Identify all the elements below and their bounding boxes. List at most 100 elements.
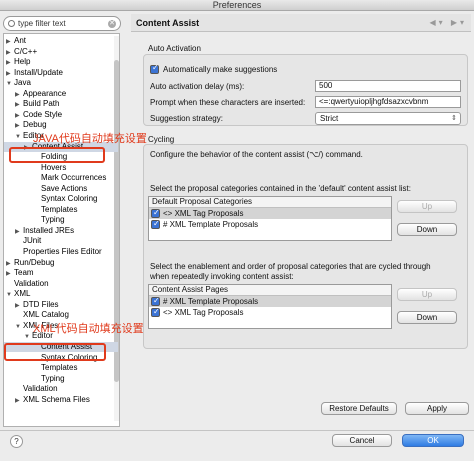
checkbox[interactable] xyxy=(151,207,160,219)
auto-activation-label: Auto Activation xyxy=(148,44,201,53)
tree-item[interactable]: Validation xyxy=(4,384,58,394)
tree-item[interactable]: Templates xyxy=(4,205,77,215)
expanded-arrow-icon[interactable]: ▼ xyxy=(15,322,23,332)
trigger-input[interactable]: <=:qwertyuiopljhgfdsazxcvbnm xyxy=(315,96,461,108)
help-icon[interactable]: ? xyxy=(10,435,23,448)
tree-item[interactable]: Templates xyxy=(4,363,77,373)
collapsed-arrow-icon[interactable]: ▶ xyxy=(6,37,14,47)
tree-item[interactable]: ▶ DTD Files xyxy=(4,300,59,310)
collapsed-arrow-icon[interactable]: ▶ xyxy=(15,227,23,237)
collapsed-arrow-icon[interactable]: ▶ xyxy=(15,301,23,311)
collapsed-arrow-icon[interactable]: ▶ xyxy=(6,58,14,68)
collapsed-arrow-icon[interactable]: ▶ xyxy=(15,396,23,406)
tree-item[interactable]: ▼ XML xyxy=(4,289,30,299)
tree-item-label: Syntax Coloring xyxy=(41,194,98,204)
tree-item-label: Installed JREs xyxy=(23,225,75,235)
tree-item-label: Validation xyxy=(23,384,58,394)
restore-defaults-button[interactable]: Restore Defaults xyxy=(321,402,397,415)
expanded-arrow-icon[interactable]: ▼ xyxy=(24,332,32,342)
checkbox[interactable] xyxy=(151,306,160,318)
collapsed-arrow-icon[interactable]: ▶ xyxy=(6,259,14,269)
strategy-select[interactable]: Strict ⇕ xyxy=(315,112,461,125)
strategy-label: Suggestion strategy: xyxy=(150,114,223,123)
ok-button[interactable]: OK xyxy=(402,434,464,447)
tree-item[interactable]: ▶ Build Path xyxy=(4,99,59,109)
tree-item[interactable]: ▶ Appearance xyxy=(4,89,66,99)
list-item-label: # XML Template Proposals xyxy=(163,297,259,306)
list-item-label: # XML Template Proposals xyxy=(163,220,259,229)
filter-field[interactable]: ✕ xyxy=(3,16,121,31)
list-item[interactable]: # XML Template Proposals xyxy=(149,218,391,230)
tree-item[interactable]: Typing xyxy=(4,374,65,384)
collapsed-arrow-icon[interactable]: ▶ xyxy=(15,121,23,131)
collapsed-arrow-icon[interactable]: ▶ xyxy=(6,69,14,79)
tree-item-label: Help xyxy=(14,57,31,67)
collapsed-arrow-icon[interactable]: ▶ xyxy=(15,90,23,100)
cancel-button[interactable]: Cancel xyxy=(332,434,392,447)
apply-button[interactable]: Apply xyxy=(405,402,469,415)
tree-item[interactable]: Save Actions xyxy=(4,184,87,194)
default-down-button[interactable]: Down xyxy=(397,223,457,236)
auto-suggest-checkbox[interactable] xyxy=(150,63,159,74)
checkbox[interactable] xyxy=(151,218,160,230)
tree-item[interactable]: Mark Occurrences xyxy=(4,173,106,183)
tree-item-label: XML Catalog xyxy=(23,310,69,320)
tree-item[interactable]: ▶ XML Schema Files xyxy=(4,395,90,405)
tree-item[interactable]: ▼ Java xyxy=(4,78,31,88)
tree-item-label: Debug xyxy=(23,120,47,130)
tree-item[interactable]: ▶ Debug xyxy=(4,120,47,130)
list-item[interactable]: <> XML Tag Proposals xyxy=(149,207,391,219)
delay-input[interactable]: 500 xyxy=(315,80,461,92)
default-categories-list[interactable]: Default Proposal Categories <> XML Tag P… xyxy=(148,196,392,241)
default-up-button[interactable]: Up xyxy=(397,200,457,213)
tree-item[interactable]: JUnit xyxy=(4,236,41,246)
tree-item[interactable]: ▶ Code Style xyxy=(4,110,62,120)
cycle-down-button[interactable]: Down xyxy=(397,311,457,324)
collapsed-arrow-icon[interactable]: ▶ xyxy=(15,100,23,110)
expanded-arrow-icon[interactable]: ▼ xyxy=(6,79,14,89)
strategy-value: Strict xyxy=(320,114,339,123)
search-icon xyxy=(8,20,15,27)
tree-item[interactable]: ▶ Ant xyxy=(4,36,26,46)
tree-item[interactable]: Validation xyxy=(4,279,49,289)
tree-item-label: DTD Files xyxy=(23,299,59,309)
cycling-description: Configure the behavior of the content as… xyxy=(150,150,363,159)
collapsed-arrow-icon[interactable]: ▶ xyxy=(15,111,23,121)
collapsed-arrow-icon[interactable]: ▶ xyxy=(6,269,14,279)
tree-item[interactable]: ▶ Run/Debug xyxy=(4,258,54,268)
tree-item[interactable]: Properties Files Editor xyxy=(4,247,102,257)
checkbox[interactable] xyxy=(151,295,160,307)
tree-scrollbar[interactable] xyxy=(114,36,119,421)
default-list-header: Default Proposal Categories xyxy=(149,197,391,208)
xml-content-assist-highlight xyxy=(4,343,106,361)
tree-item[interactable]: Hovers xyxy=(4,163,66,173)
tree-item-label: Appearance xyxy=(23,88,67,98)
expanded-arrow-icon[interactable]: ▼ xyxy=(6,290,14,300)
nav-arrows[interactable]: ◀▾ ▶▾ xyxy=(429,18,467,27)
page-header: Content Assist ◀▾ ▶▾ xyxy=(131,14,471,32)
expanded-arrow-icon[interactable]: ▼ xyxy=(15,132,23,142)
cycling-label: Cycling xyxy=(148,135,175,144)
clear-icon[interactable]: ✕ xyxy=(108,20,116,28)
default-list-description: Select the proposal categories contained… xyxy=(150,184,411,193)
tree-item[interactable]: ▶ Help xyxy=(4,57,30,67)
list-item[interactable]: <> XML Tag Proposals xyxy=(149,306,391,318)
filter-input[interactable] xyxy=(18,18,106,29)
cycle-pages-list[interactable]: Content Assist Pages # XML Template Prop… xyxy=(148,284,392,329)
cycle-up-button[interactable]: Up xyxy=(397,288,457,301)
collapsed-arrow-icon[interactable]: ▶ xyxy=(6,48,14,58)
tree-item[interactable]: Syntax Coloring xyxy=(4,194,97,204)
tree-item[interactable]: ▶ Install/Update xyxy=(4,68,63,78)
cycling-group: Configure the behavior of the content as… xyxy=(143,144,468,349)
tree-item[interactable]: ▶ C/C++ xyxy=(4,47,37,57)
tree-item[interactable]: Typing xyxy=(4,215,65,225)
java-content-assist-highlight xyxy=(9,147,105,163)
tree-item[interactable]: ▶ Team xyxy=(4,268,34,278)
tree-item[interactable]: ▶ Installed JREs xyxy=(4,226,74,236)
tree-item-label: Java xyxy=(14,78,31,88)
list-item[interactable]: # XML Template Proposals xyxy=(149,295,391,307)
tree-item-label: Properties Files Editor xyxy=(23,247,102,256)
tree-item[interactable]: XML Catalog xyxy=(4,310,69,320)
window-title: Preferences xyxy=(0,0,474,11)
cycle-list-header: Content Assist Pages xyxy=(149,285,391,296)
